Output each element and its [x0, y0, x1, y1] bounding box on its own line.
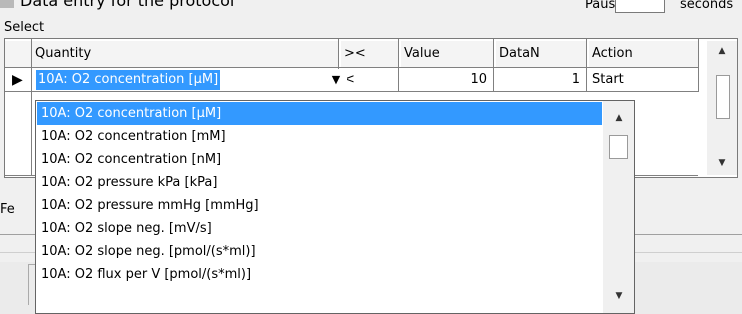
- quantity-dropdown-list[interactable]: 10A: O2 concentration [µM] 10A: O2 conce…: [35, 100, 635, 314]
- column-header-action[interactable]: Action: [589, 41, 698, 67]
- row-indicator-header: [5, 41, 34, 67]
- cell-datan[interactable]: 1: [496, 69, 583, 91]
- dropdown-vertical-scrollbar[interactable]: ▲ ▼: [603, 101, 634, 313]
- arrow-down-icon[interactable]: ▼: [707, 154, 737, 172]
- dropdown-scroll-thumb[interactable]: [609, 135, 628, 159]
- column-header-datan[interactable]: DataN: [496, 41, 586, 67]
- window-icon: [0, 0, 14, 8]
- top-strip: Data entry for the protocol Pause second…: [0, 0, 742, 20]
- select-label: Select: [4, 20, 45, 35]
- column-header-quantity[interactable]: Quantity: [32, 41, 338, 67]
- fe-label: Fe: [0, 202, 15, 217]
- quantity-combobox[interactable]: 10A: O2 concentration [µM] ▼: [35, 69, 347, 91]
- cell-value[interactable]: 10: [401, 69, 490, 91]
- arrow-down-icon[interactable]: ▼: [603, 287, 634, 305]
- cell-action[interactable]: Start: [589, 69, 695, 91]
- grid-scroll-thumb[interactable]: [716, 75, 730, 119]
- dropdown-option[interactable]: 10A: O2 slope neg. [mV/s]: [37, 217, 602, 240]
- pause-unit-label: seconds: [680, 0, 734, 12]
- dropdown-option[interactable]: 10A: O2 pressure mmHg [mmHg]: [37, 194, 602, 217]
- grid-vertical-scrollbar[interactable]: ▲ ▼: [707, 41, 737, 175]
- chevron-down-icon[interactable]: ▼: [327, 70, 345, 90]
- dropdown-option[interactable]: 10A: O2 slope neg. [pmol/(s*ml)]: [37, 240, 602, 263]
- arrow-up-icon[interactable]: ▲: [603, 109, 634, 127]
- partial-header-text: Data entry for the protocol: [20, 0, 235, 10]
- cell-comparator[interactable]: <: [341, 69, 395, 91]
- dropdown-option[interactable]: 10A: O2 concentration [nM]: [37, 148, 602, 171]
- arrow-up-icon[interactable]: ▲: [707, 42, 737, 60]
- dropdown-option[interactable]: 10A: O2 concentration [µM]: [37, 102, 602, 125]
- dropdown-option[interactable]: 10A: O2 flux per V [pmol/(s*ml)]: [37, 263, 602, 286]
- quantity-combobox-value[interactable]: 10A: O2 concentration [µM]: [36, 70, 221, 90]
- column-header-value[interactable]: Value: [401, 41, 493, 67]
- row-indicator-icon: ▶: [12, 72, 23, 88]
- dropdown-option[interactable]: 10A: O2 pressure kPa [kPa]: [37, 171, 602, 194]
- pause-input[interactable]: [615, 0, 665, 13]
- dropdown-option[interactable]: 10A: O2 concentration [mM]: [37, 125, 602, 148]
- column-header-comparator[interactable]: ><: [341, 41, 398, 67]
